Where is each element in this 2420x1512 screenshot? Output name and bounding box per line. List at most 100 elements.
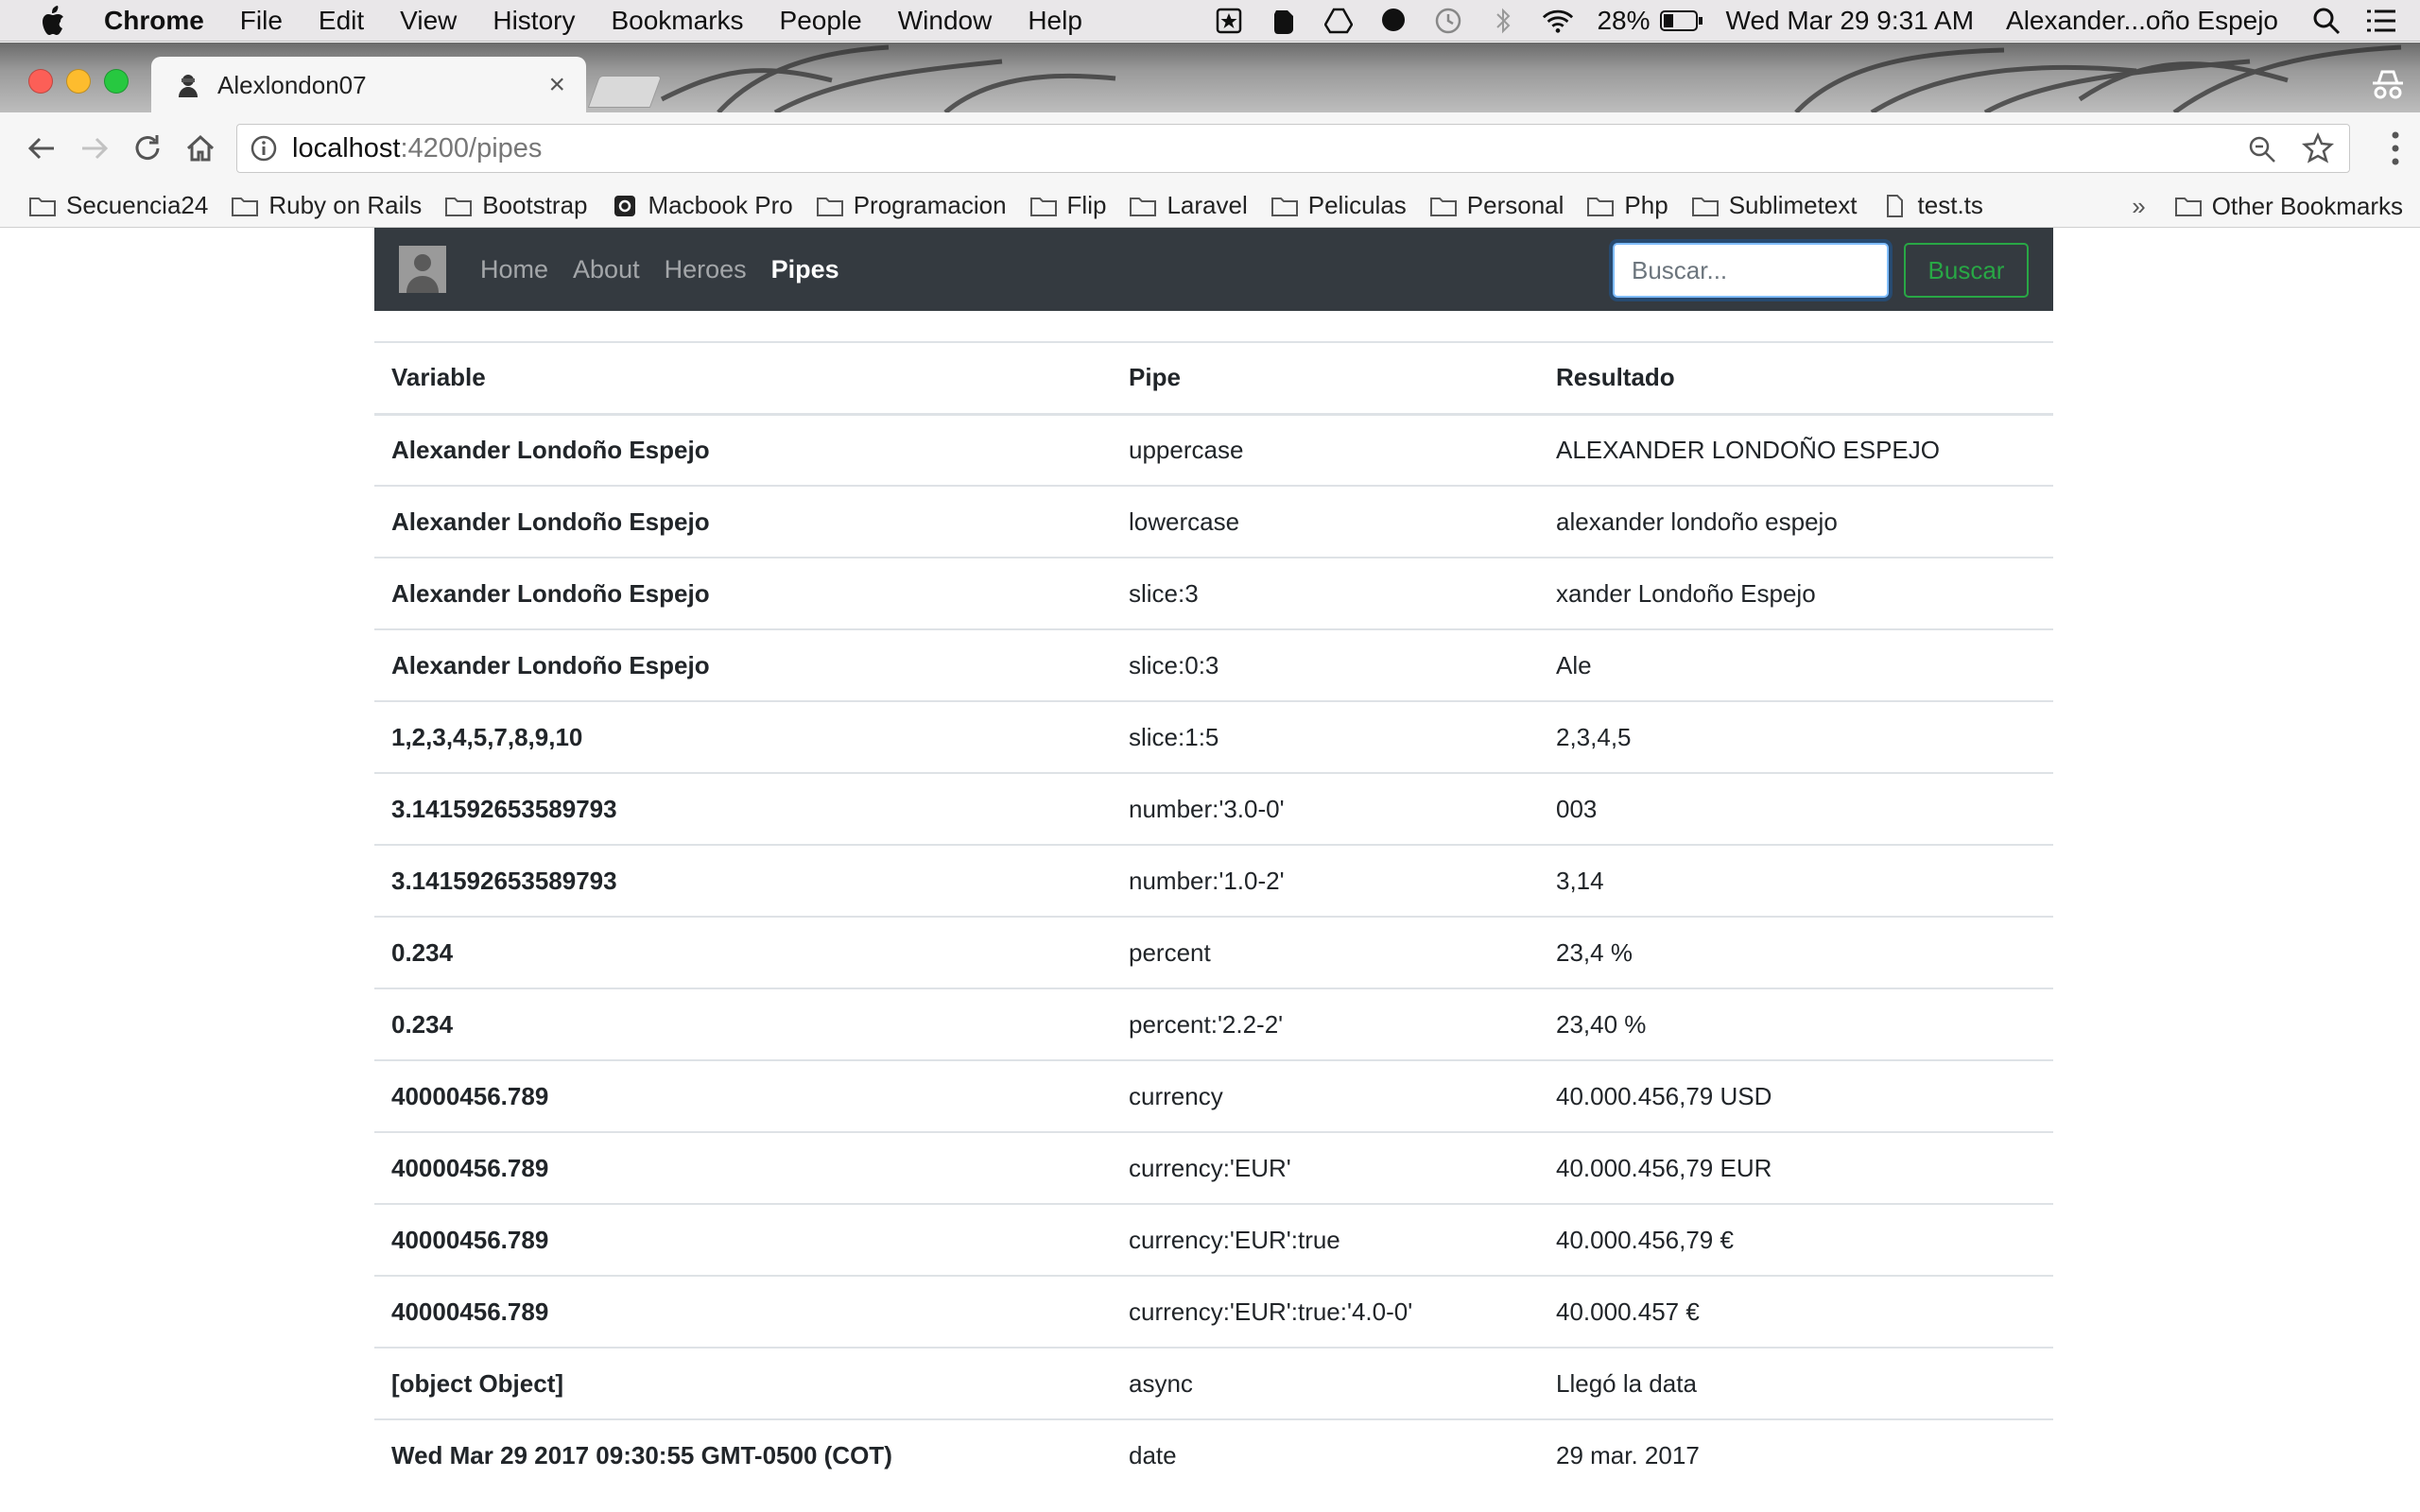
search-button[interactable]: Buscar <box>1904 243 2029 298</box>
menubar-status-area: 28% Wed Mar 29 9:31 AM Alexander...oño E… <box>1213 0 2420 42</box>
notification-center-icon[interactable] <box>2365 7 2397 35</box>
bookmark-other-bookmarks[interactable]: Other Bookmarks <box>2174 192 2403 221</box>
folder-icon <box>1029 197 1057 216</box>
window-controls <box>28 69 142 94</box>
bookmark-macbook-pro[interactable]: Macbook Pro <box>611 191 793 220</box>
forward-arrow-icon <box>82 137 109 160</box>
tab-title: Alexlondon07 <box>217 70 367 99</box>
bookmark-peliculas[interactable]: Peliculas <box>1270 191 1407 220</box>
browser-tab-active[interactable]: Alexlondon07 × <box>151 57 586 113</box>
menu-help[interactable]: Help <box>1028 6 1082 36</box>
address-bar[interactable]: localhost:4200/pipes <box>236 124 2350 173</box>
maximize-window-button[interactable] <box>104 69 129 94</box>
cell-pipe: percent:'2.2-2' <box>1112 988 1539 1060</box>
menu-file[interactable]: File <box>240 6 283 36</box>
cell-resultado: 40.000.456,79 USD <box>1539 1059 2053 1132</box>
cell-resultado: Ale <box>1539 628 2053 701</box>
bookmark-secuencia24[interactable]: Secuencia24 <box>28 191 208 220</box>
bookmark-ruby-on-rails[interactable]: Ruby on Rails <box>231 191 422 220</box>
bookmark-sublimetext[interactable]: Sublimetext <box>1691 191 1858 220</box>
bookmark-programacion[interactable]: Programacion <box>816 191 1007 220</box>
cell-resultado: 40.000.456,79 € <box>1539 1203 2053 1276</box>
cell-pipe: number:'1.0-2' <box>1112 844 1539 917</box>
cell-pipe: currency:'EUR':true:'4.0-0' <box>1112 1275 1539 1348</box>
table-row: 0.234 percent 23,4 % <box>374 916 2053 988</box>
cell-resultado: 2,3,4,5 <box>1539 700 2053 773</box>
bookmark-label: Peliculas <box>1307 191 1407 219</box>
menu-bookmarks[interactable]: Bookmarks <box>611 6 743 36</box>
more-bookmarks-chevron[interactable]: » <box>2132 192 2145 221</box>
nav-link-about[interactable]: About <box>573 255 640 284</box>
table-row: Alexander Londoño Espejo slice:0:3 Ale <box>374 628 2053 701</box>
cell-variable: Alexander Londoño Espejo <box>374 557 1112 629</box>
menu-people[interactable]: People <box>780 6 862 36</box>
cell-variable: 0.234 <box>374 916 1112 988</box>
menu-edit[interactable]: Edit <box>319 6 364 36</box>
table-header-row: Variable Pipe Resultado <box>374 341 2053 416</box>
cell-variable: Alexander Londoño Espejo <box>374 628 1112 701</box>
table-row: [object Object] async Llegó la data <box>374 1347 2053 1419</box>
messenger-icon[interactable] <box>1377 7 1409 35</box>
cell-variable: 0.234 <box>374 988 1112 1060</box>
bookmark-flip[interactable]: Flip <box>1029 191 1106 220</box>
home-button[interactable] <box>182 129 219 167</box>
battery-icon[interactable] <box>1659 7 1703 35</box>
incognito-profile-icon[interactable] <box>2369 68 2407 100</box>
reload-button[interactable] <box>129 129 166 167</box>
bookmark-laravel[interactable]: Laravel <box>1129 191 1248 220</box>
table-row: Wed Mar 29 2017 09:30:55 GMT-0500 (COT) d… <box>374 1418 2053 1491</box>
bookmark-php[interactable]: Php <box>1586 191 1668 220</box>
cell-variable: 1,2,3,4,5,7,8,9,10 <box>374 700 1112 773</box>
wifi-icon[interactable] <box>1542 7 1574 35</box>
bookmark-bootstrap[interactable]: Bootstrap <box>444 191 588 220</box>
table-row: Alexander Londoño Espejo uppercase ALEXAND… <box>374 413 2053 486</box>
cell-variable: 40000456.789 <box>374 1203 1112 1276</box>
cell-resultado: 3,14 <box>1539 844 2053 917</box>
spotlight-search-icon[interactable] <box>2310 7 2342 35</box>
nav-link-pipes[interactable]: Pipes <box>771 255 839 284</box>
header-variable: Variable <box>374 341 1112 416</box>
evernote-icon[interactable] <box>1268 7 1300 35</box>
cell-pipe: uppercase <box>1112 413 1539 486</box>
search-input[interactable]: Buscar... <box>1613 243 1889 298</box>
folder-icon <box>1130 197 1157 216</box>
menu-window[interactable]: Window <box>898 6 993 36</box>
bookmark-app-icon[interactable] <box>1213 7 1245 35</box>
url-host: localhost <box>292 132 401 163</box>
menu-app-name[interactable]: Chrome <box>104 6 204 36</box>
chrome-menu-icon[interactable] <box>2390 129 2401 167</box>
folder-icon <box>1691 197 1719 216</box>
back-button[interactable] <box>23 129 60 167</box>
macos-menu-bar: Chrome File Edit View History Bookmarks … <box>0 0 2420 42</box>
bookmark-star-icon[interactable] <box>2302 132 2334 164</box>
time-machine-icon[interactable] <box>1432 7 1464 35</box>
reload-icon <box>135 135 160 161</box>
menu-view[interactable]: View <box>400 6 457 36</box>
minimize-window-button[interactable] <box>66 69 91 94</box>
folder-icon <box>1270 197 1298 216</box>
cell-pipe: date <box>1112 1418 1539 1491</box>
bookmark-label: Bootstrap <box>482 191 588 219</box>
nav-link-home[interactable]: Home <box>480 255 548 284</box>
forward-button[interactable] <box>76 129 113 167</box>
drive-icon[interactable] <box>1322 7 1355 35</box>
nav-link-heroes[interactable]: Heroes <box>665 255 747 284</box>
menu-history[interactable]: History <box>493 6 575 36</box>
clock[interactable]: Wed Mar 29 9:31 AM <box>1726 6 1975 36</box>
apple-logo-icon[interactable] <box>38 5 66 37</box>
table-row: Alexander Londoño Espejo slice:3 xander Lo… <box>374 557 2053 629</box>
bookmark-label: Sublimetext <box>1728 191 1858 219</box>
bookmark-test-ts[interactable]: test.ts <box>1880 191 1983 220</box>
bookmark-personal[interactable]: Personal <box>1429 191 1564 220</box>
site-info-icon[interactable] <box>251 135 277 162</box>
cell-pipe: async <box>1112 1347 1539 1419</box>
bookmark-label: Secuencia24 <box>66 191 209 219</box>
close-tab-icon[interactable]: × <box>548 69 565 101</box>
new-tab-button[interactable] <box>587 76 663 108</box>
zoom-icon[interactable] <box>2247 134 2277 164</box>
close-window-button[interactable] <box>28 69 53 94</box>
brand-logo[interactable] <box>399 246 446 293</box>
user-name[interactable]: Alexander...oño Espejo <box>2006 6 2278 36</box>
cell-resultado: Llegó la data <box>1539 1347 2053 1419</box>
bluetooth-icon[interactable] <box>1487 7 1519 35</box>
